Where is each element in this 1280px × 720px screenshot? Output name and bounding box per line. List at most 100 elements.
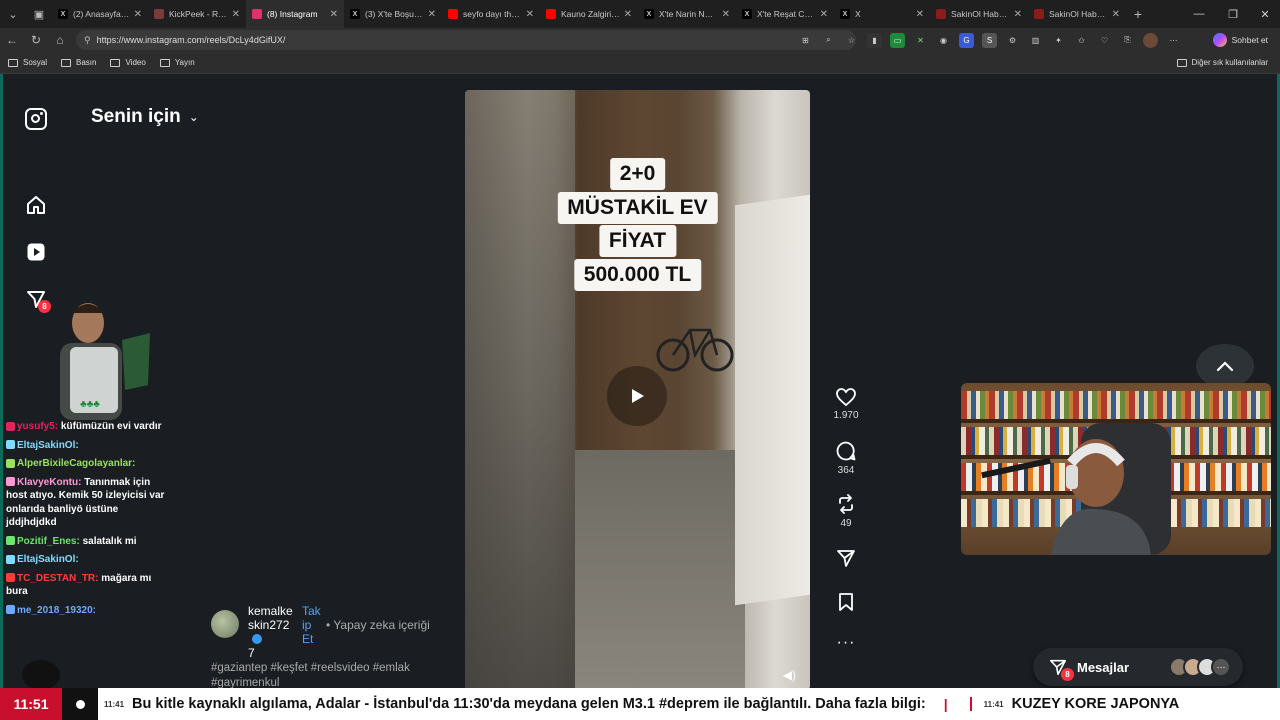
bookmark-folder-sosyal[interactable]: Sosyal	[8, 58, 47, 67]
more-options-button[interactable]: ···	[833, 634, 859, 652]
video-caption-line: 500.000 TL	[573, 259, 702, 291]
tab-close-icon[interactable]: ✕	[624, 9, 632, 20]
more-options-icon[interactable]: ⋯	[1166, 33, 1181, 48]
home-icon[interactable]: ⌂	[48, 28, 72, 52]
repost-action[interactable]: 49	[833, 494, 859, 529]
bookmark-folder-yayin[interactable]: Yayın	[159, 58, 195, 67]
browser-tab[interactable]: X X ✕	[834, 0, 930, 28]
chat-username: KlavyeKontu:	[17, 476, 82, 488]
browser-essentials-icon[interactable]: ♡	[1097, 33, 1112, 48]
tab-close-icon[interactable]: ✕	[330, 9, 338, 20]
extension-dark-icon[interactable]: ▮	[867, 32, 882, 48]
tab-close-icon[interactable]: ✕	[134, 9, 142, 20]
browser-tab[interactable]: SakinOl Haber M ✕	[930, 0, 1028, 28]
tab-close-icon[interactable]: ✕	[428, 9, 436, 20]
chat-badge-icon	[6, 440, 15, 450]
tab-actions-chevron-icon[interactable]: ⌄	[0, 0, 26, 28]
reels-nav-icon[interactable]	[25, 241, 47, 263]
extension-settings-icon[interactable]: ⚙	[1005, 33, 1020, 48]
browser-tab[interactable]: X (2) Anasayfa / X ✕	[52, 0, 148, 28]
browser-tab[interactable]: (8) Instagram ✕	[246, 0, 344, 28]
like-action[interactable]: 1.970	[833, 388, 859, 421]
tab-close-icon[interactable]: ✕	[232, 9, 240, 20]
share-action[interactable]	[833, 548, 859, 568]
author-avatar[interactable]	[211, 610, 239, 638]
video-caption-line: MÜSTAKİL EV	[557, 192, 718, 224]
author-username[interactable]: kemalke skin272 7	[248, 604, 294, 660]
other-bookmarks[interactable]: Diğer sık kullanılanlar	[1176, 58, 1268, 67]
reel-hashtags[interactable]: #gaziantep #keşfet #reelsvideo #emlak #g…	[211, 661, 461, 691]
browser-tab[interactable]: X X'te Reşat Can Ö ✕	[736, 0, 834, 28]
chat-badge-icon	[6, 554, 15, 564]
extension-icons: ⊞ ⌕ ☆ ▮ ▭ ✕ ◉ G S ⚙ ▥ ✦ ✩ ♡ ⎘ ⋯	[798, 32, 1181, 48]
volume-icon[interactable]: ◀︎)	[783, 668, 796, 682]
instagram-page: Senin için ⌄ 8 2+0 MÜSTAKİL EV FİYAT 500…	[0, 74, 1280, 691]
comment-count: 364	[837, 465, 855, 476]
feed-selector[interactable]: Senin için ⌄	[91, 106, 199, 128]
extension-translate-icon[interactable]: G	[959, 32, 974, 48]
reel-author: kemalke skin272 7 Tak ip Et • Yapay zeka…	[211, 604, 430, 660]
extension-cross-icon[interactable]: ✕	[913, 33, 928, 48]
close-window-button[interactable]: ✕	[1248, 0, 1280, 28]
other-bookmarks-label: Diğer sık kullanılanlar	[1191, 58, 1268, 67]
chat-badge-icon	[6, 458, 15, 468]
address-bar-row: ← ↻ ⌂ ⚲ https://www.instagram.com/reels/…	[0, 28, 1280, 52]
maximize-window-button[interactable]: ❐	[1216, 0, 1250, 28]
new-tab-button[interactable]: +	[1126, 6, 1150, 22]
tab-close-icon[interactable]: ✕	[1112, 9, 1120, 20]
browser-tab[interactable]: Kauno Zalgiris'i k ✕	[540, 0, 638, 28]
zoom-icon[interactable]: ⌕	[821, 33, 836, 48]
screenshot-icon[interactable]: ⎘	[1120, 33, 1135, 48]
previous-reel-button[interactable]	[1196, 344, 1254, 388]
browser-tab[interactable]: seyfo dayı theme ✕	[442, 0, 540, 28]
extension-s-icon[interactable]: S	[982, 32, 997, 48]
bookmark-folder-basin[interactable]: Basın	[61, 58, 96, 67]
tab-label: (3) X'te Boşuna T	[365, 9, 424, 19]
stream-tool-button[interactable]	[22, 660, 60, 690]
minimize-window-button[interactable]: —	[1182, 0, 1216, 28]
follow-label-line: ip	[302, 618, 312, 632]
instagram-logo-icon[interactable]	[25, 108, 47, 130]
messages-button[interactable]: 8 Mesajlar ⋯	[1033, 648, 1243, 686]
split-screen-icon[interactable]: ▥	[1028, 33, 1043, 48]
browser-tab[interactable]: KickPeek - Real-ti ✕	[148, 0, 246, 28]
chat-message: TC_DESTAN_TR: mağara mı bura	[6, 572, 171, 599]
browser-tab[interactable]: X (3) X'te Boşuna T ✕	[344, 0, 442, 28]
tab-close-icon[interactable]: ✕	[820, 9, 828, 20]
repost-count: 49	[840, 518, 852, 529]
folder-icon	[8, 58, 18, 67]
tab-favicon-icon	[1034, 9, 1044, 19]
favorites-icon[interactable]: ✩	[1074, 33, 1089, 48]
app-available-icon[interactable]: ⊞	[798, 33, 813, 48]
more-avatars-icon: ⋯	[1211, 657, 1231, 677]
back-icon[interactable]: ←	[0, 28, 24, 52]
reload-icon[interactable]: ↻	[24, 28, 48, 52]
reel-video[interactable]: 2+0 MÜSTAKİL EV FİYAT 500.000 TL ◀︎)	[465, 90, 810, 690]
save-action[interactable]	[833, 592, 859, 612]
play-button[interactable]	[607, 366, 667, 426]
chat-username: Pozitif_Enes:	[17, 535, 80, 547]
ai-content-label: • Yapay zeka içeriği	[326, 618, 430, 632]
bookmark-label: Basın	[76, 58, 97, 67]
copilot-button[interactable]: Sohbet et	[1212, 32, 1268, 48]
favorite-star-icon[interactable]: ☆	[844, 33, 859, 48]
workspaces-icon[interactable]: ▣	[26, 0, 52, 28]
site-info-icon[interactable]: ⚲	[84, 35, 91, 46]
tab-close-icon[interactable]: ✕	[1014, 9, 1022, 20]
browser-tab[interactable]: SakinOl Haber M ✕	[1028, 0, 1126, 28]
chat-username: EltajSakinOl:	[17, 439, 79, 451]
tab-close-icon[interactable]: ✕	[916, 9, 924, 20]
profile-avatar[interactable]	[1143, 32, 1158, 48]
browser-tab[interactable]: X X'te Narin Nadirc ✕	[638, 0, 736, 28]
home-nav-icon[interactable]	[25, 194, 47, 216]
follow-button[interactable]: Tak ip Et	[302, 604, 322, 646]
extension-puzzle-icon[interactable]: ✦	[1051, 33, 1066, 48]
address-bar[interactable]: ⚲ https://www.instagram.com/reels/DcLy4d…	[76, 30, 856, 50]
extension-green-icon[interactable]: ▭	[890, 32, 905, 48]
tab-close-icon[interactable]: ✕	[526, 9, 534, 20]
bookmark-folder-video[interactable]: Video	[110, 58, 146, 67]
author-name-line: kemalke	[248, 604, 293, 618]
extension-circle-icon[interactable]: ◉	[936, 33, 951, 48]
comment-action[interactable]: 364	[833, 441, 859, 476]
tab-close-icon[interactable]: ✕	[722, 9, 730, 20]
